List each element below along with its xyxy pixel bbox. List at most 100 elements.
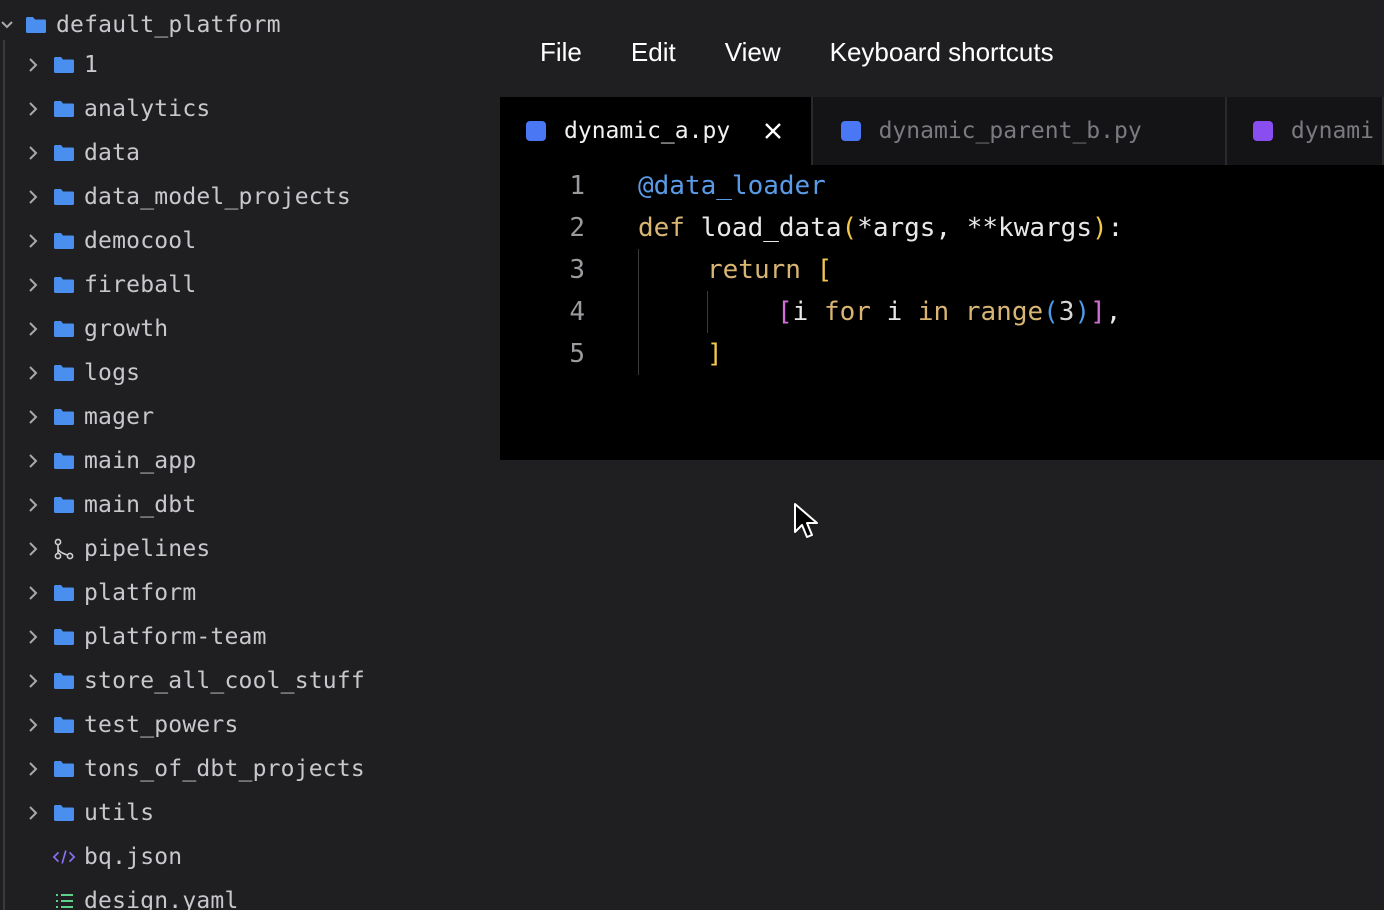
line-number: 3 <box>569 255 585 285</box>
tree-item[interactable]: pipelines <box>0 527 480 571</box>
code-area[interactable]: 1 @data_loader 2 def load_data(*args, **… <box>500 165 1384 460</box>
function-name-token: load_data <box>684 213 842 243</box>
tree-item-label: data <box>84 140 141 166</box>
menu-file[interactable]: File <box>520 37 602 68</box>
file-tree: default_platform 1 analytics data data_mode… <box>0 0 500 910</box>
chevron-right-icon[interactable] <box>22 450 44 472</box>
tree-item[interactable]: design.yaml <box>0 879 480 910</box>
tree-item[interactable]: bq.json <box>0 835 480 879</box>
editor-tab-bar: dynamic_a.py dynamic_parent_b.py dynami <box>500 97 1384 165</box>
code-file-icon <box>52 846 76 868</box>
tree-item-label: platform-team <box>84 624 267 650</box>
indent-guide <box>638 249 639 375</box>
tree-item[interactable]: platform <box>0 571 480 615</box>
keyword-token: return <box>707 255 801 285</box>
tab-dynamic-truncated[interactable]: dynami <box>1227 97 1384 165</box>
comma-token: , <box>1105 297 1122 327</box>
tree-item-label: data_model_projects <box>84 184 351 210</box>
code-line-2: 2 def load_data(*args, **kwargs): <box>500 207 1123 249</box>
keyword-token: for <box>823 297 871 327</box>
folder-icon <box>52 714 76 736</box>
tree-item-label: 1 <box>84 52 99 78</box>
tree-item[interactable]: test_powers <box>0 703 480 747</box>
tree-item[interactable]: data_model_projects <box>0 175 480 219</box>
chevron-right-icon[interactable] <box>22 186 44 208</box>
chevron-right-icon[interactable] <box>22 538 44 560</box>
tree-item[interactable]: store_all_cool_stuff <box>0 659 480 703</box>
tree-item-label: analytics <box>84 96 211 122</box>
tree-item[interactable]: logs <box>0 351 480 395</box>
folder-icon <box>52 274 76 296</box>
chevron-right-icon[interactable] <box>22 142 44 164</box>
chevron-right-icon[interactable] <box>22 494 44 516</box>
tree-item[interactable]: analytics <box>0 87 480 131</box>
folder-icon <box>52 98 76 120</box>
chevron-right-icon[interactable] <box>22 714 44 736</box>
keyword-token: def <box>638 213 685 243</box>
tree-item[interactable]: main_app <box>0 439 480 483</box>
chevron-right-icon[interactable] <box>22 98 44 120</box>
line-number: 5 <box>569 339 585 369</box>
folder-icon <box>52 450 76 472</box>
folder-icon <box>52 230 76 252</box>
tree-item[interactable]: platform-team <box>0 615 480 659</box>
menu-bar: File Edit View Keyboard shortcuts <box>520 30 1074 74</box>
chevron-right-icon[interactable] <box>22 230 44 252</box>
tab-dynamic-parent-b[interactable]: dynamic_parent_b.py <box>813 97 1227 165</box>
tree-item[interactable]: main_dbt <box>0 483 480 527</box>
menu-edit[interactable]: Edit <box>611 37 696 68</box>
chevron-right-icon[interactable] <box>22 626 44 648</box>
tree-item[interactable]: 1 <box>0 43 480 87</box>
chevron-right-icon[interactable] <box>22 318 44 340</box>
tree-item-label: democool <box>84 228 197 254</box>
tree-item[interactable]: tons_of_dbt_projects <box>0 747 480 791</box>
menu-view[interactable]: View <box>705 37 801 68</box>
close-icon[interactable] <box>764 122 782 140</box>
chevron-down-icon[interactable] <box>0 14 18 36</box>
paren-token: ) <box>1091 213 1108 243</box>
tree-item[interactable]: mager <box>0 395 480 439</box>
tree-root-label: default_platform <box>56 12 281 38</box>
args-token: *args, **kwargs <box>857 213 1092 243</box>
tree-item[interactable]: data <box>0 131 480 175</box>
code-line-5: 5 ] <box>500 333 722 375</box>
tree-item-label: mager <box>84 404 155 430</box>
code-line-4: 4 [i for i in range(3)], <box>500 291 1121 333</box>
folder-icon <box>52 626 76 648</box>
tree-item-label: test_powers <box>84 712 239 738</box>
folder-icon <box>52 406 76 428</box>
chevron-right-icon[interactable] <box>22 54 44 76</box>
tree-item[interactable]: fireball <box>0 263 480 307</box>
paren-token: ) <box>1074 297 1091 327</box>
chevron-right-icon[interactable] <box>22 802 44 824</box>
folder-icon <box>52 186 76 208</box>
tab-label: dynami <box>1290 118 1374 144</box>
tree-item[interactable]: democool <box>0 219 480 263</box>
tree-item[interactable]: growth <box>0 307 480 351</box>
tree-root-folder[interactable]: default_platform <box>0 3 480 47</box>
code-editor: dynamic_a.py dynamic_parent_b.py dynami … <box>500 97 1384 460</box>
tab-label: dynamic_a.py <box>564 118 731 144</box>
list-file-icon <box>52 890 76 910</box>
tree-item-label: main_dbt <box>84 492 197 518</box>
chevron-right-icon[interactable] <box>22 362 44 384</box>
chevron-right-icon[interactable] <box>22 758 44 780</box>
chevron-placeholder <box>22 846 44 868</box>
chevron-right-icon[interactable] <box>22 274 44 296</box>
tab-dynamic-a[interactable]: dynamic_a.py <box>500 97 813 165</box>
code-line-3: 3 return [ <box>500 249 832 291</box>
tree-item-label: fireball <box>84 272 197 298</box>
bracket-token: ] <box>1090 297 1106 327</box>
folder-icon <box>24 14 48 36</box>
folder-icon <box>52 670 76 692</box>
chevron-right-icon[interactable] <box>22 406 44 428</box>
line-number: 1 <box>569 171 585 201</box>
tree-item-label: design.yaml <box>84 888 239 910</box>
indent-guide <box>707 291 708 333</box>
folder-icon <box>52 142 76 164</box>
builtin-token: range <box>949 297 1044 327</box>
chevron-right-icon[interactable] <box>22 670 44 692</box>
menu-keyboard-shortcuts[interactable]: Keyboard shortcuts <box>810 37 1074 68</box>
chevron-right-icon[interactable] <box>22 582 44 604</box>
tree-item[interactable]: utils <box>0 791 480 835</box>
